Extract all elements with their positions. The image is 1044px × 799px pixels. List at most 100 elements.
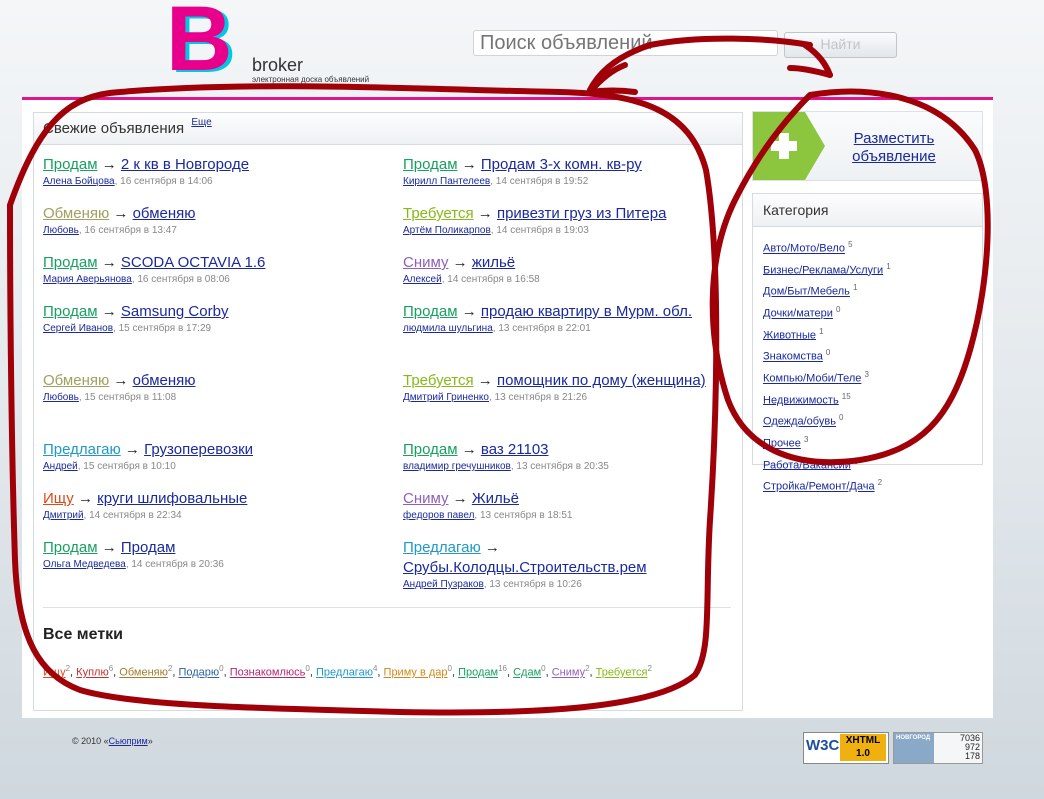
category-link[interactable]: Одежда/обувь (763, 416, 836, 428)
ad-type-link[interactable]: Продам (43, 539, 98, 556)
ad-type-link[interactable]: Сниму (403, 490, 448, 507)
ad-type-link[interactable]: Продам (403, 441, 458, 458)
ad-author-link[interactable]: Дмитрий (43, 510, 84, 521)
ad-type-link[interactable]: Требуется (403, 372, 474, 389)
ad-author-link[interactable]: Ольга Медведева (43, 559, 126, 570)
ad-item: Требуется → привезти груз из Питера Артём… (403, 204, 708, 236)
tag-link[interactable]: Обменяю (119, 667, 168, 679)
ad-title-link[interactable]: Samsung Corby (121, 303, 229, 320)
tag-link[interactable]: Подарю (178, 667, 219, 679)
post-ad-link[interactable]: Разместить объявление (847, 130, 941, 166)
ad-author-link[interactable]: Дмитрий Гриненко (403, 392, 489, 403)
category-link[interactable]: Знакомства (763, 351, 823, 363)
ad-author-link[interactable]: Любовь (43, 392, 79, 403)
ad-type-link[interactable]: Продам (43, 254, 98, 271)
category-link[interactable]: Животные (763, 329, 816, 341)
ad-headline: Продам → продаю квартиру в Мурм. обл. (403, 302, 708, 322)
tag-link[interactable]: Ищу (43, 667, 66, 679)
ad-date: , 14 сентября в 19:52 (490, 176, 589, 187)
ad-type-link[interactable]: Ищу (43, 490, 74, 507)
category-item: Знакомства 0 (763, 344, 891, 366)
category-link[interactable]: Работа/Вакансии (763, 459, 851, 471)
ad-author-link[interactable]: Мария Аверьянова (43, 274, 132, 285)
ad-type-link[interactable]: Обменяю (43, 372, 109, 389)
ad-item: Предлагаю → Срубы.Колодцы.Строительств.р… (403, 538, 708, 590)
ad-date: , 16 сентября в 14:06 (114, 176, 213, 187)
ad-type-link[interactable]: Обменяю (43, 205, 109, 222)
tag-link[interactable]: Сдам (513, 667, 541, 679)
ad-type-link[interactable]: Сниму (403, 254, 448, 271)
category-link[interactable]: Бизнес/Реклама/Услуги (763, 264, 883, 276)
ad-type-link[interactable]: Продам (403, 156, 458, 173)
category-link[interactable]: Авто/Мото/Вело (763, 243, 845, 255)
tag-link[interactable]: Продам (458, 667, 498, 679)
category-item: Стройка/Ремонт/Дача 2 (763, 474, 891, 496)
ad-title-link[interactable]: ваз 21103 (481, 441, 549, 458)
visit-counter-badge[interactable]: НОВГОРОД 7036 972 178 (893, 732, 983, 764)
ad-headline: Продам → 2 к кв в Новгороде (43, 155, 383, 175)
company-link[interactable]: Сьюприм (109, 736, 148, 746)
ad-title-link[interactable]: Продам (121, 539, 176, 556)
w3c-xhtml-badge[interactable]: W3C XHTML 1.0 (803, 732, 889, 764)
ad-type-link[interactable]: Требуется (403, 205, 474, 222)
ad-author-link[interactable]: Алексей (403, 274, 442, 285)
ad-author-link[interactable]: федоров павел (403, 510, 474, 521)
category-link[interactable]: Прочее (763, 438, 801, 450)
ad-author-link[interactable]: Сергей Иванов (43, 323, 113, 334)
tag-link[interactable]: Предлагаю (316, 667, 373, 679)
ad-title-link[interactable]: привезти груз из Питера (497, 205, 666, 222)
ad-meta: Алена Бойцова, 16 сентября в 14:06 (43, 176, 383, 187)
ad-meta: Мария Аверьянова, 16 сентября в 08:06 (43, 274, 383, 285)
ad-headline: Продам → ваз 21103 (403, 440, 708, 460)
ad-author-link[interactable]: Артём Поликарпов (403, 225, 491, 236)
ad-type-link[interactable]: Предлагаю (403, 539, 481, 556)
ad-author-link[interactable]: Андрей (43, 461, 78, 472)
post-ad-box[interactable]: Разместить объявление (752, 111, 983, 181)
ad-author-link[interactable]: владимир гречушников (403, 461, 511, 472)
tag-link[interactable]: Познакомлюсь (230, 667, 306, 679)
ad-title-link[interactable]: жильё (472, 254, 515, 271)
ad-title-link[interactable]: обменяю (133, 372, 196, 389)
tag-link[interactable]: Приму в дар (384, 667, 448, 679)
search-button[interactable]: Найти (784, 32, 897, 58)
ad-author-link[interactable]: Кирилл Пантелеев (403, 176, 490, 187)
ad-author-link[interactable]: Алена Бойцова (43, 176, 115, 187)
ad-type-link[interactable]: Продам (43, 303, 98, 320)
more-link[interactable]: Еще (191, 117, 211, 128)
ad-title-link[interactable]: Жильё (472, 490, 519, 507)
tag-link[interactable]: Куплю (76, 667, 109, 679)
category-link[interactable]: Дочки/матери (763, 308, 833, 320)
ad-author-link[interactable]: Андрей Пузраков (403, 579, 484, 590)
category-link[interactable]: Стройка/Ремонт/Дача (763, 481, 875, 493)
ad-title-link[interactable]: 2 к кв в Новгороде (121, 156, 249, 173)
category-link[interactable]: Дом/Быт/Мебель (763, 286, 850, 298)
ad-meta: Алексей, 14 сентября в 16:58 (403, 274, 708, 285)
ad-title-link[interactable]: круги шлифовальные (97, 490, 247, 507)
tag-link[interactable]: Сниму (552, 667, 585, 679)
ad-item: Требуется → помощник по дому (женщина) Дм… (403, 371, 708, 403)
ad-title-link[interactable]: Грузоперевозки (144, 441, 253, 458)
category-count: 0 (839, 413, 844, 423)
ad-type-link[interactable]: Продам (43, 156, 98, 173)
ad-title-link[interactable]: обменяю (133, 205, 196, 222)
site-logo[interactable]: B B broker электронная доска объявлений (166, 0, 406, 87)
ad-date: , 14 сентября в 22:34 (83, 510, 182, 521)
category-link[interactable]: Компью/Моби/Теле (763, 373, 861, 385)
ad-author-link[interactable]: Любовь (43, 225, 79, 236)
ad-headline: Предлагаю → Срубы.Колодцы.Строительств.р… (403, 538, 708, 578)
ad-title-link[interactable]: продаю квартиру в Мурм. обл. (481, 303, 692, 320)
search-input[interactable] (473, 30, 778, 56)
ad-type-link[interactable]: Предлагаю (43, 441, 121, 458)
category-link[interactable]: Недвижимость (763, 394, 839, 406)
ad-title-link[interactable]: помощник по дому (женщина) (497, 372, 706, 389)
ad-item: Продам → продаю квартиру в Мурм. обл. люд… (403, 302, 708, 334)
plus-icon[interactable] (753, 112, 825, 180)
ad-title-link[interactable]: Продам 3-х комн. кв-ру (481, 156, 642, 173)
ad-title-link[interactable]: Срубы.Колодцы.Строительств.рем (403, 559, 647, 576)
ad-title-link[interactable]: SCODA OCTAVIA 1.6 (121, 254, 266, 271)
ad-date: , 13 сентября в 21:26 (488, 392, 588, 403)
tag-link[interactable]: Требуется (596, 667, 648, 679)
ad-author-link[interactable]: людмила шульгина (403, 323, 493, 334)
ad-type-link[interactable]: Продам (403, 303, 458, 320)
arrow-icon: → (120, 441, 145, 458)
